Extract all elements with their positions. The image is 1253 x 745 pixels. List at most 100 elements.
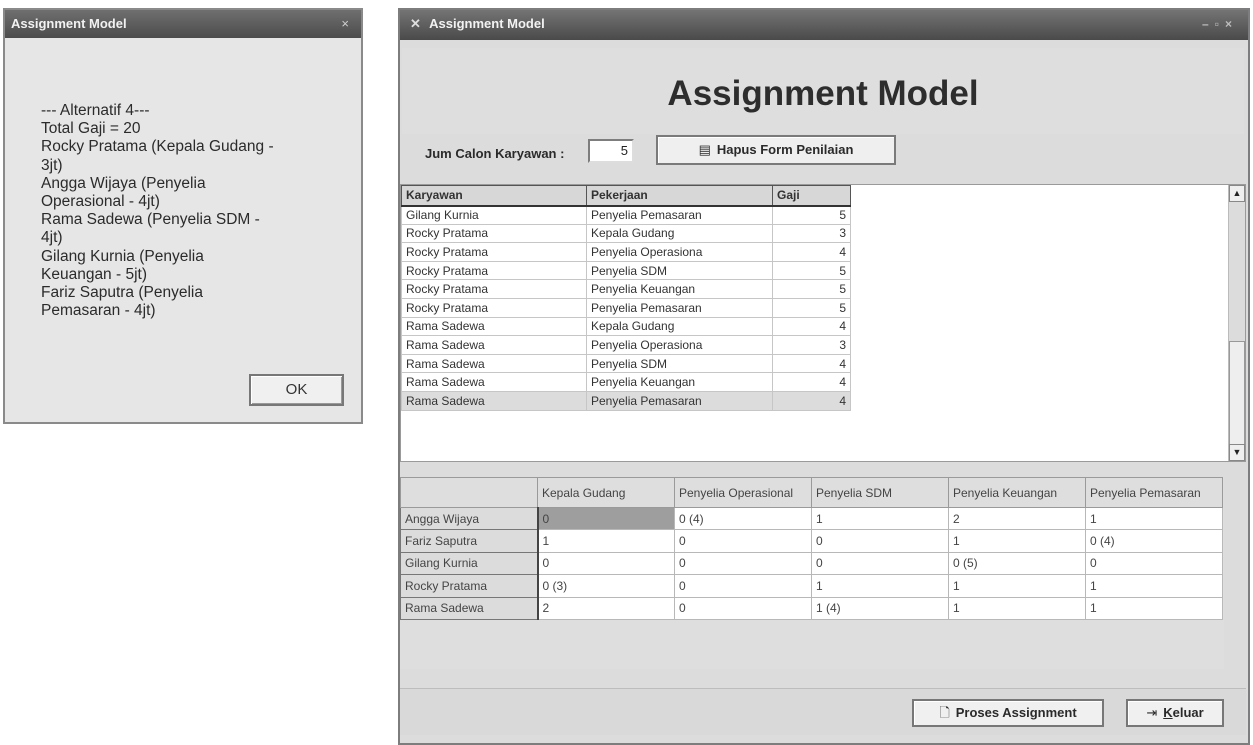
pekerjaan-cell[interactable]: Penyelia Operasiona: [586, 242, 773, 262]
scroll-up-icon[interactable]: ▲: [1229, 185, 1245, 202]
pekerjaan-cell[interactable]: Penyelia Pemasaran: [586, 390, 773, 411]
table-row[interactable]: Rama Sadewa Kepala Gudang 4: [401, 316, 851, 337]
matrix-cell[interactable]: 1: [1085, 596, 1223, 620]
table-row[interactable]: Rocky Pratama Penyelia Keuangan 5: [401, 279, 851, 299]
matrix-cell[interactable]: 1: [811, 506, 949, 531]
matrix-cell[interactable]: 0 (3): [537, 574, 675, 598]
pekerjaan-cell[interactable]: Penyelia Keuangan: [586, 279, 773, 299]
gaji-cell[interactable]: 4: [772, 242, 851, 262]
matrix-row[interactable]: Angga Wijaya 0 0 (4) 1 2 1: [400, 506, 1223, 531]
matrix-cell[interactable]: 0 (5): [948, 551, 1086, 576]
table-row[interactable]: Rama Sadewa Penyelia Operasiona 3: [401, 335, 851, 355]
karyawan-cell[interactable]: Rocky Pratama: [401, 260, 587, 281]
table-row[interactable]: Rocky Pratama Kepala Gudang 3: [401, 223, 851, 244]
keluar-button[interactable]: ⇥ Keluar: [1126, 699, 1224, 727]
matrix-cell[interactable]: 1: [948, 574, 1086, 598]
karyawan-cell[interactable]: Rama Sadewa: [401, 372, 587, 392]
proses-assignment-button[interactable]: 🗋 Proses Assignment: [912, 699, 1104, 727]
vertical-scrollbar[interactable]: ▲ ▼: [1228, 185, 1245, 461]
matrix-cell[interactable]: 0: [537, 551, 675, 576]
matrix-cell[interactable]: 2: [537, 596, 675, 620]
pekerjaan-cell[interactable]: Penyelia Operasiona: [586, 335, 773, 355]
column-header-karyawan[interactable]: Karyawan: [401, 185, 587, 207]
matrix-row[interactable]: Rama Sadewa 2 0 1 (4) 1 1: [400, 596, 1223, 620]
table-row-selected[interactable]: Rama Sadewa Penyelia Pemasaran 4: [401, 390, 851, 411]
matrix-cell[interactable]: 1: [1085, 574, 1223, 598]
table-row[interactable]: Rocky Pratama Penyelia Pemasaran 5: [401, 297, 851, 318]
column-header-kepala-gudang[interactable]: Kepala Gudang: [537, 477, 675, 508]
matrix-cell[interactable]: 1: [537, 529, 675, 553]
pekerjaan-cell[interactable]: Penyelia Keuangan: [586, 372, 773, 392]
gaji-cell[interactable]: 5: [772, 260, 851, 281]
karyawan-cell[interactable]: Rama Sadewa: [401, 335, 587, 355]
column-header-penyelia-keuangan[interactable]: Penyelia Keuangan: [948, 477, 1086, 508]
scroll-thumb[interactable]: [1229, 341, 1245, 447]
matrix-cell[interactable]: 0: [674, 574, 812, 598]
gaji-cell[interactable]: 5: [772, 205, 851, 225]
gaji-cell[interactable]: 3: [772, 335, 851, 355]
table-row[interactable]: Rama Sadewa Penyelia SDM 4: [401, 353, 851, 374]
karyawan-cell[interactable]: Rama Sadewa: [401, 390, 587, 411]
jum-calon-input[interactable]: 5: [588, 139, 634, 163]
karyawan-cell[interactable]: Gilang Kurnia: [401, 205, 587, 225]
gaji-cell[interactable]: 5: [772, 297, 851, 318]
matrix-cell[interactable]: 0: [674, 596, 812, 620]
column-header-penyelia-pemasaran[interactable]: Penyelia Pemasaran: [1085, 477, 1223, 508]
pekerjaan-cell[interactable]: Penyelia SDM: [586, 353, 773, 374]
matrix-cell[interactable]: 0: [811, 529, 949, 553]
karyawan-cell[interactable]: Rocky Pratama: [401, 297, 587, 318]
column-header-gaji[interactable]: Gaji: [772, 185, 851, 207]
pekerjaan-cell[interactable]: Penyelia Pemasaran: [586, 205, 773, 225]
karyawan-cell[interactable]: Rama Sadewa: [401, 353, 587, 374]
column-header-pekerjaan[interactable]: Pekerjaan: [586, 185, 773, 207]
gaji-cell[interactable]: 3: [772, 223, 851, 244]
karyawan-cell[interactable]: Rocky Pratama: [401, 242, 587, 262]
table-row[interactable]: Gilang Kurnia Penyelia Pemasaran 5: [401, 205, 851, 225]
dialog-titlebar[interactable]: Assignment Model ×: [5, 10, 361, 38]
karyawan-cell[interactable]: Rocky Pratama: [401, 223, 587, 244]
matrix-cell[interactable]: 0 (4): [674, 506, 812, 531]
matrix-row[interactable]: Fariz Saputra 1 0 0 1 0 (4): [400, 529, 1223, 553]
hapus-form-button[interactable]: ▤ Hapus Form Penilaian: [656, 135, 896, 165]
matrix-cell[interactable]: 0: [674, 529, 812, 553]
matrix-cell[interactable]: 0 (4): [1085, 529, 1223, 553]
scroll-down-icon[interactable]: ▼: [1229, 444, 1245, 461]
matrix-cell[interactable]: 1: [948, 596, 1086, 620]
row-header[interactable]: Rocky Pratama: [400, 574, 539, 598]
ok-button[interactable]: OK: [249, 374, 344, 406]
matrix-cell[interactable]: 1: [1085, 506, 1223, 531]
table-row[interactable]: Rocky Pratama Penyelia Operasiona 4: [401, 242, 851, 262]
row-header[interactable]: Angga Wijaya: [400, 506, 539, 531]
matrix-cell[interactable]: 2: [948, 506, 1086, 531]
gaji-cell[interactable]: 4: [772, 372, 851, 392]
matrix-row[interactable]: Rocky Pratama 0 (3) 0 1 1 1: [400, 574, 1223, 598]
gaji-cell[interactable]: 4: [772, 316, 851, 337]
pekerjaan-cell[interactable]: Kepala Gudang: [586, 223, 773, 244]
assignment-matrix[interactable]: Kepala Gudang Penyelia Operasional Penye…: [400, 477, 1224, 669]
pekerjaan-cell[interactable]: Penyelia Pemasaran: [586, 297, 773, 318]
table-row[interactable]: Rocky Pratama Penyelia SDM 5: [401, 260, 851, 281]
matrix-cell-selected[interactable]: 0: [537, 506, 675, 531]
row-header[interactable]: Fariz Saputra: [400, 529, 539, 553]
matrix-cell[interactable]: 1: [811, 574, 949, 598]
karyawan-cell[interactable]: Rama Sadewa: [401, 316, 587, 337]
row-header[interactable]: Rama Sadewa: [400, 596, 539, 620]
table-row[interactable]: Rama Sadewa Penyelia Keuangan 4: [401, 372, 851, 392]
matrix-cell[interactable]: 0: [811, 551, 949, 576]
matrix-row[interactable]: Gilang Kurnia 0 0 0 0 (5) 0: [400, 551, 1223, 576]
gaji-cell[interactable]: 4: [772, 390, 851, 411]
close-icon[interactable]: ×: [341, 10, 349, 38]
matrix-cell[interactable]: 0: [1085, 551, 1223, 576]
penilaian-grid[interactable]: Karyawan Pekerjaan Gaji Gilang Kurnia Pen…: [400, 184, 1246, 462]
gaji-cell[interactable]: 5: [772, 279, 851, 299]
matrix-cell[interactable]: 1 (4): [811, 596, 949, 620]
gaji-cell[interactable]: 4: [772, 353, 851, 374]
karyawan-cell[interactable]: Rocky Pratama: [401, 279, 587, 299]
column-header-penyelia-sdm[interactable]: Penyelia SDM: [811, 477, 949, 508]
column-header-penyelia-operasional[interactable]: Penyelia Operasional: [674, 477, 812, 508]
pekerjaan-cell[interactable]: Kepala Gudang: [586, 316, 773, 337]
row-header[interactable]: Gilang Kurnia: [400, 551, 539, 576]
matrix-cell[interactable]: 0: [674, 551, 812, 576]
matrix-cell[interactable]: 1: [948, 529, 1086, 553]
pekerjaan-cell[interactable]: Penyelia SDM: [586, 260, 773, 281]
